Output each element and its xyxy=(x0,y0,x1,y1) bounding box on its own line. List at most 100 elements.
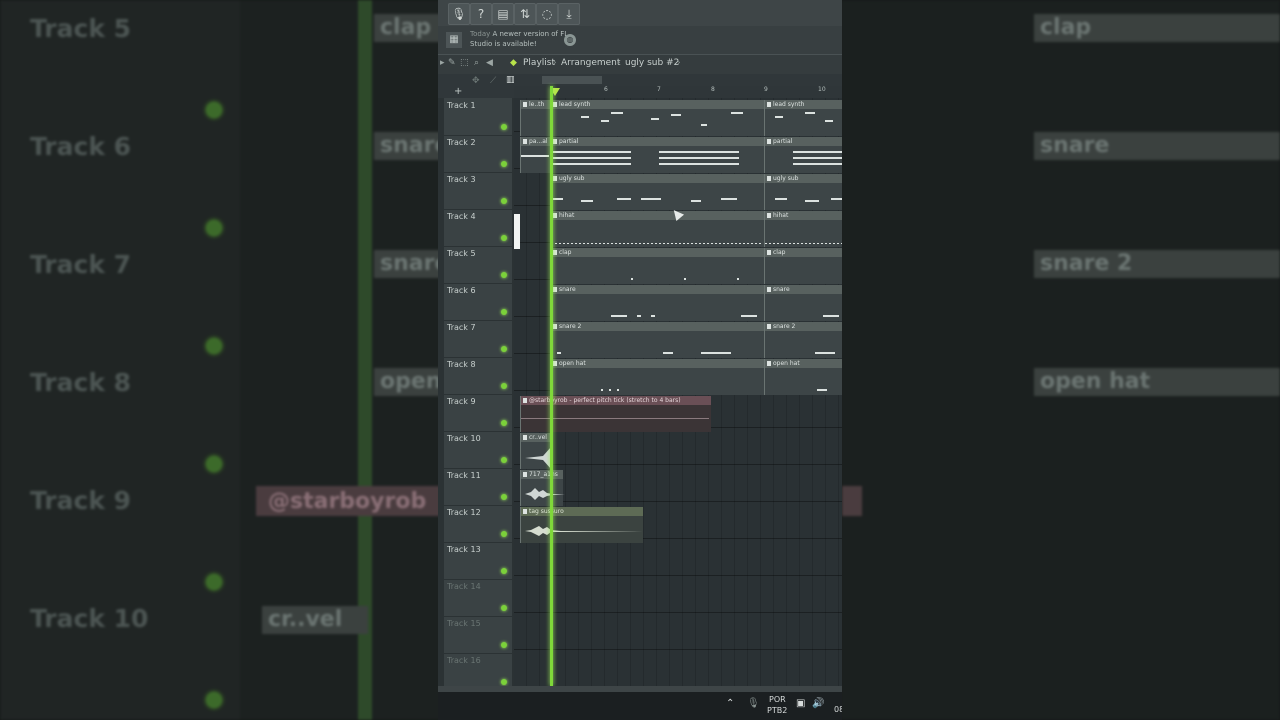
ruler-tick: 9 xyxy=(764,86,768,93)
move-icon[interactable]: ✥ xyxy=(472,76,480,86)
track-led[interactable] xyxy=(501,568,507,574)
breadcrumb-separator: › xyxy=(677,58,681,68)
speaker-icon[interactable]: ◀ xyxy=(486,58,493,68)
breadcrumb-pattern[interactable]: ugly sub #2 xyxy=(625,58,679,68)
pattern-clip[interactable]: snare xyxy=(550,285,764,321)
help-icon[interactable]: ? xyxy=(470,3,492,25)
track-header[interactable]: Track 5 xyxy=(444,246,512,284)
download-icon[interactable]: ⤓ xyxy=(558,3,580,25)
track-header[interactable]: Track 15 xyxy=(444,616,512,654)
track-led[interactable] xyxy=(501,494,507,500)
track-led[interactable] xyxy=(501,531,507,537)
track-name: Track 4 xyxy=(447,212,476,221)
keyboard-layout[interactable]: PTB2 xyxy=(767,706,787,715)
track-led[interactable] xyxy=(501,161,507,167)
pattern-clip[interactable]: clap xyxy=(550,248,764,284)
track-led[interactable] xyxy=(501,235,507,241)
pattern-clip[interactable]: clap xyxy=(764,248,842,284)
pattern-clip[interactable]: hihat xyxy=(550,211,764,247)
chevron-up-icon[interactable]: ⌃ xyxy=(726,698,734,709)
arrow-right-icon[interactable]: ▸ xyxy=(440,58,445,68)
save-icon[interactable]: ▤ xyxy=(492,3,514,25)
timeline-ruler[interactable]: 6 7 8 9 10 xyxy=(514,86,842,98)
clock-text[interactable]: 08 xyxy=(834,705,842,714)
track-header[interactable]: Track 4 xyxy=(444,209,512,247)
midi-note xyxy=(609,389,611,391)
track-led[interactable] xyxy=(501,420,507,426)
midi-note xyxy=(551,151,631,153)
clip-label: snare 2 xyxy=(551,322,764,331)
track-header[interactable]: Track 7 xyxy=(444,320,512,358)
track-led[interactable] xyxy=(501,124,507,130)
playlist-grid[interactable]: le..th lead synth lead synth pa...al par… xyxy=(514,98,842,686)
track-led[interactable] xyxy=(501,679,507,685)
track-led[interactable] xyxy=(501,642,507,648)
snap-icon[interactable]: ✎ xyxy=(448,58,456,68)
pattern-clip[interactable]: partial xyxy=(764,137,842,173)
track-header[interactable]: Track 6 xyxy=(444,283,512,321)
track-header[interactable]: Track 11 xyxy=(444,468,512,506)
track-led[interactable] xyxy=(501,383,507,389)
track-header[interactable]: Track 12 xyxy=(444,505,512,543)
midi-note xyxy=(651,315,655,317)
track-header[interactable]: Track 2 xyxy=(444,135,512,173)
pattern-clip[interactable]: open hat xyxy=(764,359,842,395)
track-header[interactable]: Track 8 xyxy=(444,357,512,395)
track-led[interactable] xyxy=(501,309,507,315)
clip-label: tag sussuro xyxy=(521,507,643,516)
track-led[interactable] xyxy=(501,272,507,278)
pattern-clip[interactable]: lead synth xyxy=(550,100,764,136)
ruler-tick: 8 xyxy=(711,86,715,93)
keyboard-language[interactable]: POR xyxy=(769,695,786,704)
zoom-icon[interactable]: ⌕ xyxy=(474,58,479,68)
clip-label: snare 2 xyxy=(765,322,842,331)
volume-icon[interactable]: 🔊 xyxy=(812,698,824,709)
pattern-clip[interactable]: snare 2 xyxy=(550,322,764,358)
mic-icon[interactable]: 🎙 xyxy=(448,3,470,25)
track-led[interactable] xyxy=(501,457,507,463)
globe-icon[interactable]: ◍ xyxy=(564,34,576,46)
mic-tray-icon[interactable]: 🎙 xyxy=(747,698,760,709)
fl-studio-window: 🎙 ? ▤ ⇅ ◌ ⤓ ▦ Today A newer version of F… xyxy=(438,0,842,720)
horizontal-scroll-thumb[interactable] xyxy=(542,76,602,84)
add-track-icon[interactable]: + xyxy=(454,86,462,97)
audio-clip[interactable]: cr..vel xyxy=(520,433,551,469)
audio-clip[interactable]: @starboyrob - perfect pitch tick (stretc… xyxy=(520,396,711,432)
track-led[interactable] xyxy=(501,346,507,352)
track-header[interactable]: Track 1 xyxy=(444,98,512,136)
breadcrumb-arrangement[interactable]: Arrangement xyxy=(561,58,620,68)
midi-note xyxy=(815,352,835,354)
pattern-clip[interactable]: hihat xyxy=(764,211,842,247)
clip-label: snare xyxy=(765,285,842,294)
track-header[interactable]: Track 10 xyxy=(444,431,512,469)
track-led[interactable] xyxy=(501,605,507,611)
pattern-clip[interactable]: ugly sub xyxy=(550,174,764,210)
mixer-icon[interactable]: ⇅ xyxy=(514,3,536,25)
pattern-clip[interactable]: pa...al xyxy=(520,137,550,173)
track-header[interactable]: Track 13 xyxy=(444,542,512,580)
track-header[interactable]: Track 14 xyxy=(444,579,512,617)
track-header[interactable]: Track 3 xyxy=(444,172,512,210)
pattern-clip[interactable]: open hat xyxy=(550,359,764,395)
track-name: Track 14 xyxy=(447,582,481,591)
pattern-clip[interactable]: le..th xyxy=(520,100,550,136)
audio-clip[interactable]: 717_a1ns xyxy=(520,470,565,506)
pattern-clip[interactable]: ugly sub xyxy=(764,174,842,210)
bg-track-label: Track 5 xyxy=(30,14,132,43)
midi-note xyxy=(651,118,659,120)
network-icon[interactable]: ▣ xyxy=(796,698,805,709)
pattern-clip[interactable]: snare xyxy=(764,285,842,321)
audio-clip[interactable]: tag sussuro xyxy=(520,507,643,543)
pattern-clip[interactable]: partial xyxy=(550,137,764,173)
clip-label: hihat xyxy=(551,211,764,220)
select-icon[interactable]: ⬚ xyxy=(460,58,469,68)
track-header[interactable]: Track 9 xyxy=(444,394,512,432)
stretch-icon[interactable]: ⟋ xyxy=(490,76,496,86)
pattern-clip[interactable]: lead synth xyxy=(764,100,842,136)
pattern-clip[interactable]: snare 2 xyxy=(764,322,842,358)
chat-icon[interactable]: ◌ xyxy=(536,3,558,25)
track-led[interactable] xyxy=(501,198,507,204)
breadcrumb-playlist[interactable]: Playlist xyxy=(523,58,555,68)
pattern-icon[interactable]: ▥ xyxy=(506,75,515,85)
news-icon[interactable]: ▦ xyxy=(446,32,462,48)
